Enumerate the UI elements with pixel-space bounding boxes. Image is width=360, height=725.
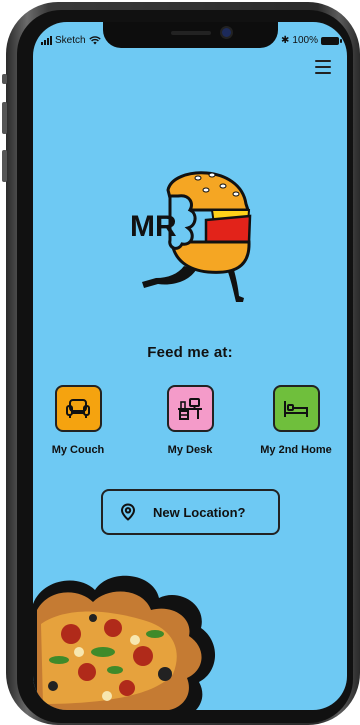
signal-icon bbox=[41, 36, 52, 45]
feed-heading: Feed me at: bbox=[147, 344, 233, 361]
option-label: My Desk bbox=[167, 444, 213, 456]
volume-down-button bbox=[2, 150, 7, 182]
wifi-icon bbox=[88, 36, 101, 45]
bed-icon bbox=[272, 385, 320, 432]
status-right: ✱ 100% bbox=[281, 35, 342, 46]
app-screen: Sketch ✱ 100% MR Feed me at: My Couch My… bbox=[33, 22, 347, 710]
location-pin-icon bbox=[120, 503, 136, 521]
couch-icon bbox=[54, 385, 102, 432]
new-location-button[interactable]: New Location? bbox=[101, 489, 280, 535]
new-location-label: New Location? bbox=[153, 504, 246, 520]
option-my-desk[interactable]: My Desk bbox=[135, 385, 245, 456]
notch bbox=[103, 22, 278, 48]
battery-label: 100% bbox=[292, 35, 318, 46]
carrier-label: Sketch bbox=[55, 35, 86, 46]
front-camera bbox=[222, 28, 231, 37]
logo-text: MR bbox=[130, 210, 177, 243]
hamburger-menu-icon[interactable] bbox=[315, 60, 331, 74]
pizza-image bbox=[33, 575, 215, 710]
option-my-2nd-home[interactable]: My 2nd Home bbox=[241, 385, 347, 456]
desk-icon bbox=[166, 385, 214, 432]
bluetooth-icon: ✱ bbox=[281, 35, 290, 46]
mute-switch bbox=[2, 74, 7, 84]
battery-icon bbox=[321, 36, 342, 45]
speaker bbox=[171, 31, 211, 35]
burger-running-logo: MR bbox=[130, 171, 252, 302]
option-label: My 2nd Home bbox=[260, 444, 332, 456]
status-left: Sketch bbox=[41, 35, 101, 46]
volume-up-button bbox=[2, 102, 7, 134]
option-my-couch[interactable]: My Couch bbox=[33, 385, 133, 456]
option-label: My Couch bbox=[51, 444, 105, 456]
